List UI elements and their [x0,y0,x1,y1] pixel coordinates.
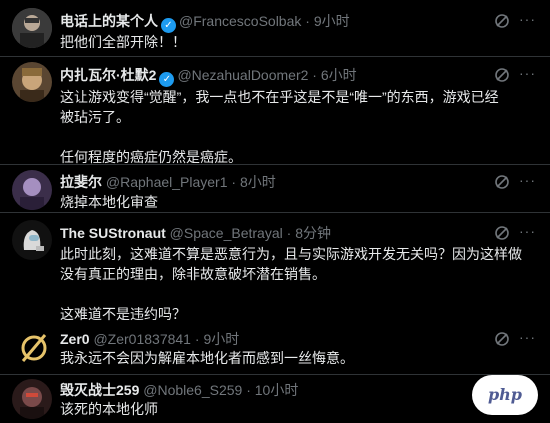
tweet-1[interactable]: 内扎瓦尔·杜默2 ✓ @NezahualDoomer2 · 6小时 这让游戏变得“觉… [0,56,550,165]
avatar[interactable] [14,328,54,368]
tweet-4[interactable]: Zer0 @Zer01837841 · 9小时 我永远不会因为解雇本地化者而感到… [0,322,550,372]
more-options-icon[interactable]: ··· [519,223,536,239]
tweet-header: 拉斐尔 @Raphael_Player1 · 8小时 [60,173,276,191]
avatar[interactable] [12,170,52,210]
tweet-5[interactable]: 毁灭战士259 @Noble6_S259 · 10小时 该死的本地化师 [0,374,550,423]
tweet-header: 电话上的某个人 ✓ @FrancescoSolbak · 9小时 [60,12,350,33]
tweet-text: 把他们全部开除！！ [60,34,186,50]
more-options-icon[interactable]: ··· [519,11,536,27]
more-options-icon[interactable]: ··· [519,329,536,345]
timestamp[interactable]: 10小时 [255,382,299,398]
timestamp[interactable]: 6小时 [321,67,357,83]
separator: · [231,174,237,190]
more-options-icon[interactable]: ··· [519,65,536,81]
tweet-3[interactable]: The SUStronaut @Space_Betrayal · 8分钟 此时此… [0,212,550,324]
separator: · [286,225,292,241]
timestamp[interactable]: 9小时 [314,13,350,29]
display-name[interactable]: The SUStronaut [60,225,166,241]
tweet-header: The SUStronaut @Space_Betrayal · 8分钟 [60,224,331,242]
php-watermark-logo: php [472,375,538,415]
separator: · [246,382,251,398]
avatar[interactable] [12,379,52,419]
verified-badge-icon: ✓ [161,18,176,33]
display-name[interactable]: 拉斐尔 [60,174,102,190]
tweet-0[interactable]: 电话上的某个人 ✓ @FrancescoSolbak · 9小时 把他们全部开除！！… [0,0,550,50]
handle[interactable]: @Noble6_S259 [143,382,242,398]
tweet-text: 这让游戏变得“觉醒”，我一点也不在乎这是不是“唯一”的东西，游戏已经被玷污了。 … [60,89,499,165]
timestamp[interactable]: 8小时 [240,174,276,190]
avatar[interactable] [12,220,52,260]
display-name[interactable]: 毁灭战士259 [60,382,139,398]
handle[interactable]: @NezahualDoomer2 [177,67,308,83]
tweet-header: 内扎瓦尔·杜默2 ✓ @NezahualDoomer2 · 6小时 [60,66,357,87]
grok-icon[interactable] [494,67,510,83]
grok-icon[interactable] [494,225,510,241]
grok-icon[interactable] [494,174,510,190]
grok-icon[interactable] [494,331,510,347]
avatar[interactable] [12,8,52,48]
tweet-header: 毁灭战士259 @Noble6_S259 · 10小时 [60,381,298,399]
verified-badge-icon: ✓ [159,72,175,87]
handle[interactable]: @FrancescoSolbak [179,13,301,29]
separator: · [305,13,310,29]
display-name[interactable]: 内扎瓦尔·杜默2 [60,67,156,83]
display-name[interactable]: 电话上的某个人 [60,13,158,29]
display-name[interactable]: Zer0 [60,331,90,347]
tweet-text: 该死的本地化师 [60,401,158,417]
tweet-text: 此时此刻，这难道不算是恶意行为，且与实际游戏开发无关吗？因为这样做没有真正的理由… [60,246,522,322]
timestamp[interactable]: 9小时 [203,331,239,347]
more-options-icon[interactable]: ··· [519,172,536,188]
separator: · [194,331,200,347]
avatar[interactable] [12,62,52,102]
timestamp[interactable]: 8分钟 [295,225,331,241]
tweet-header: Zer0 @Zer01837841 · 9小时 [60,330,239,348]
tweet-2[interactable]: 拉斐尔 @Raphael_Player1 · 8小时 烧掉本地化审查 ··· [0,164,550,210]
grok-icon[interactable] [494,13,510,29]
handle[interactable]: @Raphael_Player1 [106,174,228,190]
handle[interactable]: @Space_Betrayal [170,225,283,241]
separator: · [312,67,317,83]
tweet-text: 烧掉本地化审查 [60,194,158,210]
handle[interactable]: @Zer01837841 [93,331,191,347]
tweet-text: 我永远不会因为解雇本地化者而感到一丝悔意。 [60,350,354,366]
